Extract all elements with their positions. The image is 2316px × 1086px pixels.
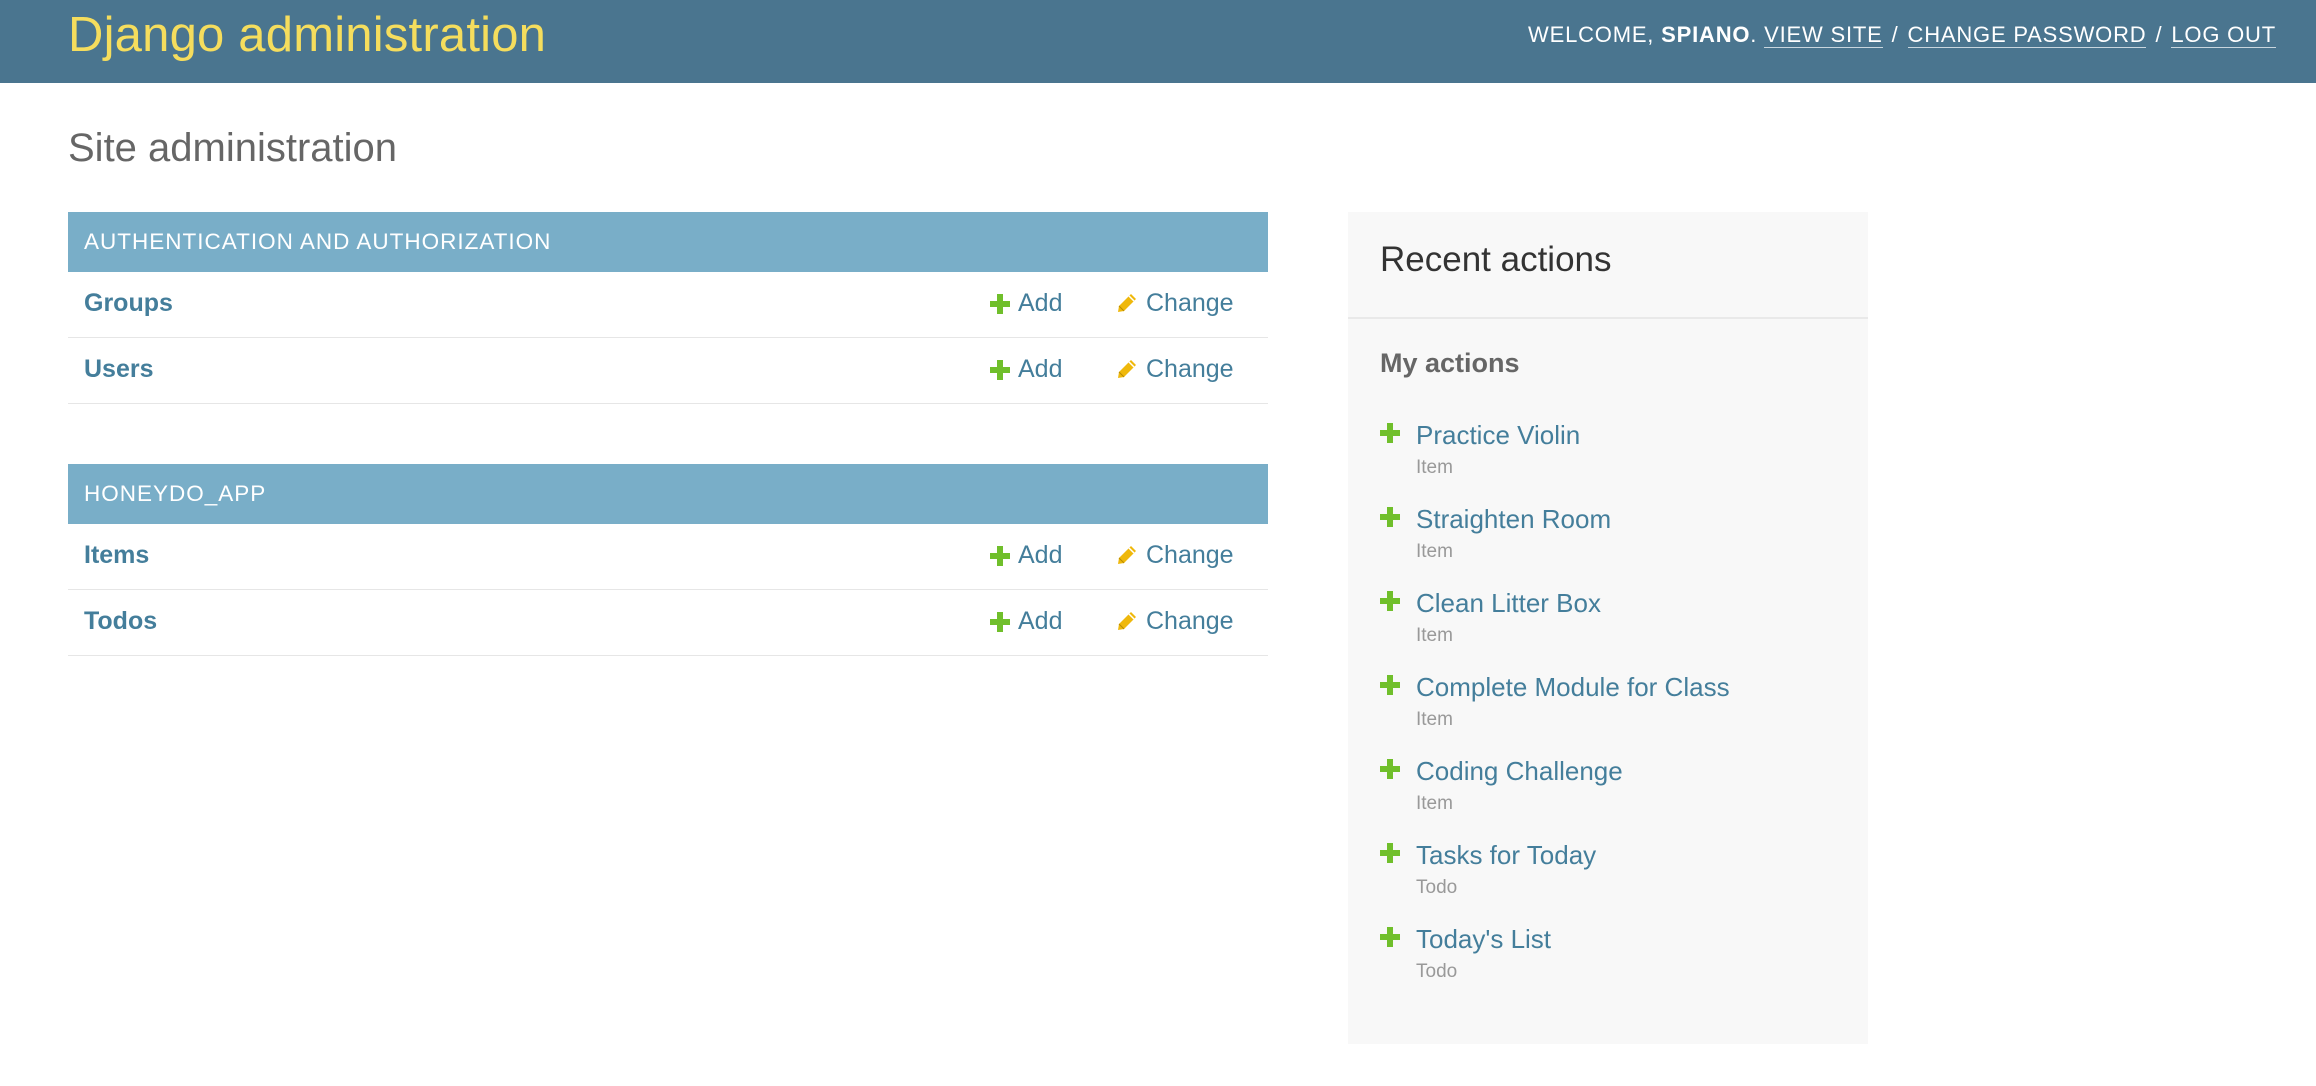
change-password-link[interactable]: CHANGE PASSWORD bbox=[1907, 22, 2147, 48]
pencil-icon bbox=[1118, 546, 1136, 564]
change-label: Change bbox=[1146, 289, 1234, 317]
pencil-icon bbox=[1118, 612, 1136, 630]
user-tools: WELCOME, SPIANO. VIEW SITE / CHANGE PASSWO… bbox=[1528, 20, 2276, 50]
change-label: Change bbox=[1146, 541, 1234, 569]
app-module-auth: AUTHENTICATION AND AUTHORIZATION Groups … bbox=[68, 212, 1268, 404]
model-link-users[interactable]: Users bbox=[84, 338, 154, 400]
log-out-link[interactable]: LOG OUT bbox=[2171, 22, 2276, 48]
recent-actions-panel: Recent actions My actions Practice Violi… bbox=[1348, 212, 1868, 1044]
recent-action-type: Item bbox=[1416, 793, 1453, 814]
recent-actions-title: Recent actions bbox=[1348, 212, 1868, 319]
my-actions-heading: My actions bbox=[1380, 348, 1520, 378]
recent-action-type: Item bbox=[1416, 541, 1453, 562]
change-users-button[interactable]: Change bbox=[1116, 338, 1234, 400]
recent-action-link[interactable]: Clean Litter Box bbox=[1416, 586, 1601, 620]
add-icon bbox=[1380, 843, 1400, 863]
username: SPIANO bbox=[1661, 22, 1751, 47]
pencil-icon bbox=[1118, 294, 1136, 312]
welcome-text: WELCOME, bbox=[1528, 22, 1662, 47]
model-row-todos: Todos Add Change bbox=[68, 590, 1268, 656]
add-icon bbox=[1380, 507, 1400, 527]
recent-action-link[interactable]: Complete Module for Class bbox=[1416, 670, 1730, 704]
model-row-groups: Groups Add Change bbox=[68, 272, 1268, 338]
recent-action-link[interactable]: Today's List bbox=[1416, 922, 1551, 956]
recent-action-type: Item bbox=[1416, 625, 1453, 646]
recent-action-link[interactable]: Straighten Room bbox=[1416, 502, 1611, 536]
pencil-icon bbox=[1118, 360, 1136, 378]
change-todos-button[interactable]: Change bbox=[1116, 590, 1234, 652]
add-label: Add bbox=[1018, 541, 1063, 569]
add-label: Add bbox=[1018, 289, 1063, 317]
app-module-honeydo: HONEYDO_APP Items Add Change Todos Add C… bbox=[68, 464, 1268, 656]
add-icon bbox=[990, 612, 1010, 632]
add-icon bbox=[990, 360, 1010, 380]
add-icon bbox=[990, 294, 1010, 314]
page-title: Site administration bbox=[68, 126, 398, 170]
add-label: Add bbox=[1018, 355, 1063, 383]
model-link-todos[interactable]: Todos bbox=[84, 590, 157, 652]
add-icon bbox=[1380, 675, 1400, 695]
recent-action-type: Todo bbox=[1416, 877, 1458, 898]
add-icon bbox=[1380, 591, 1400, 611]
change-label: Change bbox=[1146, 355, 1234, 383]
view-site-link[interactable]: VIEW SITE bbox=[1764, 22, 1883, 48]
add-label: Add bbox=[1018, 607, 1063, 635]
add-icon bbox=[1380, 927, 1400, 947]
model-row-users: Users Add Change bbox=[68, 338, 1268, 404]
recent-action-link[interactable]: Tasks for Today bbox=[1416, 838, 1596, 872]
recent-action-type: Item bbox=[1416, 457, 1453, 478]
site-branding[interactable]: Django administration bbox=[68, 4, 546, 66]
recent-action-link[interactable]: Coding Challenge bbox=[1416, 754, 1623, 788]
header-bar: Django administration WELCOME, SPIANO. V… bbox=[0, 0, 2316, 83]
change-items-button[interactable]: Change bbox=[1116, 524, 1234, 586]
recent-action-link[interactable]: Practice Violin bbox=[1416, 418, 1580, 452]
change-label: Change bbox=[1146, 607, 1234, 635]
change-groups-button[interactable]: Change bbox=[1116, 272, 1234, 334]
model-link-groups[interactable]: Groups bbox=[84, 272, 173, 334]
module-caption[interactable]: HONEYDO_APP bbox=[68, 464, 1268, 524]
module-caption[interactable]: AUTHENTICATION AND AUTHORIZATION bbox=[68, 212, 1268, 272]
model-link-items[interactable]: Items bbox=[84, 524, 149, 586]
recent-action-type: Todo bbox=[1416, 961, 1458, 982]
welcome-suffix: . bbox=[1750, 22, 1758, 47]
add-icon bbox=[1380, 759, 1400, 779]
add-icon bbox=[990, 546, 1010, 566]
model-row-items: Items Add Change bbox=[68, 524, 1268, 590]
add-users-button[interactable]: Add bbox=[990, 338, 1062, 400]
separator: / bbox=[2155, 22, 2163, 47]
recent-action-type: Item bbox=[1416, 709, 1453, 730]
add-groups-button[interactable]: Add bbox=[990, 272, 1062, 334]
separator: / bbox=[1891, 22, 1899, 47]
add-icon bbox=[1380, 423, 1400, 443]
add-todos-button[interactable]: Add bbox=[990, 590, 1062, 652]
add-items-button[interactable]: Add bbox=[990, 524, 1062, 586]
